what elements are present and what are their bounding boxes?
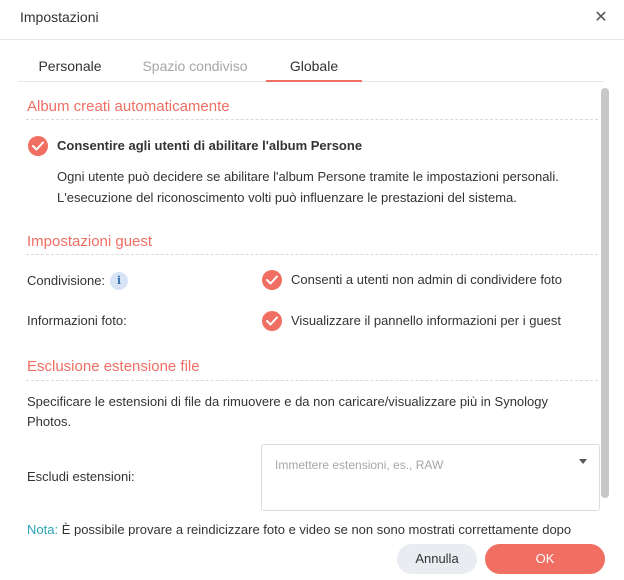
note-body: È possibile provare a reindicizzare foto… xyxy=(58,522,572,536)
persone-album-label: Consentire agli utenti di abilitare l'al… xyxy=(57,138,363,153)
persone-album-checkbox[interactable] xyxy=(28,136,48,156)
exclusion-description-line2: Photos. xyxy=(27,414,72,429)
exclude-extensions-placeholder: Immettere estensioni, es., RAW xyxy=(275,458,444,472)
note-label: Nota: xyxy=(27,522,59,536)
dialog-footer: Annulla OK xyxy=(0,538,624,580)
tab-bar: Personale Spazio condiviso Globale xyxy=(18,52,604,82)
tab-personale[interactable]: Personale xyxy=(18,58,122,82)
scrollbar-thumb[interactable] xyxy=(601,88,609,498)
tab-spazio-condiviso[interactable]: Spazio condiviso xyxy=(131,58,259,82)
info-icon[interactable]: i xyxy=(110,272,128,290)
sharing-label: Condivisione: xyxy=(27,273,106,288)
check-icon xyxy=(266,275,278,285)
tab-globale[interactable]: Globale xyxy=(266,58,362,82)
section-divider xyxy=(26,119,598,120)
exclude-extensions-label: Escludi estensioni: xyxy=(27,469,135,484)
sharing-checkbox[interactable] xyxy=(262,270,282,290)
album-description-line2: L'esecuzione del riconoscimento volti pu… xyxy=(57,190,517,205)
section-divider xyxy=(26,254,598,255)
section-divider xyxy=(26,380,598,381)
close-icon[interactable]: ✕ xyxy=(592,9,610,27)
cancel-button[interactable]: Annulla xyxy=(397,544,477,574)
chevron-down-icon[interactable] xyxy=(579,459,587,464)
photoinfo-label: Informazioni foto: xyxy=(27,313,127,328)
album-section-heading: Album creati automaticamente xyxy=(27,98,230,115)
guest-section-heading: Impostazioni guest xyxy=(27,233,153,250)
ok-button[interactable]: OK xyxy=(485,544,605,574)
exclude-extensions-input[interactable]: Immettere estensioni, es., RAW xyxy=(261,444,600,511)
album-description-line1: Ogni utente può decidere se abilitare l'… xyxy=(57,169,559,184)
check-icon xyxy=(32,141,44,151)
scrollbar[interactable] xyxy=(601,88,609,508)
dialog-titlebar: Impostazioni ✕ xyxy=(0,0,624,40)
dialog-title: Impostazioni xyxy=(20,9,99,25)
check-icon xyxy=(266,316,278,326)
photoinfo-checkbox[interactable] xyxy=(262,311,282,331)
sharing-option-label: Consenti a utenti non admin di condivide… xyxy=(291,272,563,287)
exclusion-section-heading: Esclusione estensione file xyxy=(27,358,200,375)
photoinfo-option-label: Visualizzare il pannello informazioni pe… xyxy=(291,313,562,328)
exclusion-description-line1: Specificare le estensioni di file da rim… xyxy=(27,394,548,409)
note-text: Nota: È possibile provare a reindicizzar… xyxy=(27,520,587,536)
